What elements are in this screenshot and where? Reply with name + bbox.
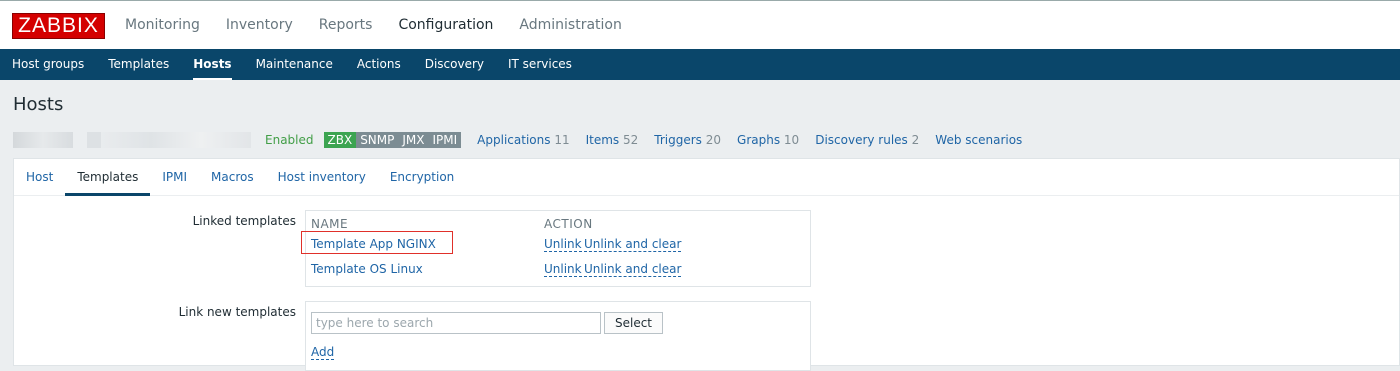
host-tabs: Host Templates IPMI Macros Host inventor… xyxy=(14,159,1399,196)
menu-inventory[interactable]: Inventory xyxy=(213,1,306,50)
zabbix-logo[interactable]: ZABBIX xyxy=(12,13,105,39)
redacted-host-name xyxy=(13,132,73,148)
tab-ipmi[interactable]: IPMI xyxy=(150,159,199,195)
tab-encryption[interactable]: Encryption xyxy=(378,159,466,195)
availability-badges: ZBX SNMP JMX IPMI xyxy=(323,132,462,148)
select-button[interactable]: Select xyxy=(604,312,663,334)
link-new-templates-label: Link new templates xyxy=(178,305,296,319)
tab-host-inventory[interactable]: Host inventory xyxy=(266,159,378,195)
unlink-button[interactable]: Unlink xyxy=(544,237,582,252)
template-link[interactable]: Template App NGINX xyxy=(311,237,436,251)
unlink-and-clear-button[interactable]: Unlink and clear xyxy=(584,237,682,252)
top-header: ZABBIX Monitoring Inventory Reports Conf… xyxy=(0,0,1400,49)
submenu-actions[interactable]: Actions xyxy=(345,49,413,80)
unlink-button[interactable]: Unlink xyxy=(544,262,582,277)
host-form-panel: Host Templates IPMI Macros Host inventor… xyxy=(13,158,1400,371)
ipmi-badge: IPMI xyxy=(428,132,462,148)
unlink-and-clear-button[interactable]: Unlink and clear xyxy=(584,262,682,277)
template-search-input[interactable]: type here to search xyxy=(311,312,601,334)
redacted-host-name xyxy=(87,132,101,148)
submenu-templates[interactable]: Templates xyxy=(96,49,181,80)
linked-templates-table: NAME ACTION Template App NGINX Unlink Un… xyxy=(301,210,811,287)
submenu-host-groups[interactable]: Host groups xyxy=(0,49,96,80)
menu-configuration[interactable]: Configuration xyxy=(385,1,506,50)
applications-link[interactable]: Applications 11 xyxy=(477,133,569,147)
items-link[interactable]: Items 52 xyxy=(586,133,639,147)
column-action-header: ACTION xyxy=(544,217,593,231)
discovery-rules-link[interactable]: Discovery rules 2 xyxy=(815,133,919,147)
add-button[interactable]: Add xyxy=(311,345,335,360)
tab-host[interactable]: Host xyxy=(14,159,65,195)
page-title: Hosts xyxy=(13,94,64,115)
menu-monitoring[interactable]: Monitoring xyxy=(112,1,213,50)
zbx-badge: ZBX xyxy=(323,132,357,148)
menu-reports[interactable]: Reports xyxy=(306,1,386,50)
snmp-badge: SNMP xyxy=(356,132,399,148)
triggers-link[interactable]: Triggers 20 xyxy=(654,133,721,147)
main-menu: Monitoring Inventory Reports Configurati… xyxy=(112,1,635,50)
menu-administration[interactable]: Administration xyxy=(506,1,634,50)
submenu-it-services[interactable]: IT services xyxy=(496,49,584,80)
submenu-maintenance[interactable]: Maintenance xyxy=(244,49,345,80)
graphs-link[interactable]: Graphs 10 xyxy=(737,133,799,147)
redacted-host-name xyxy=(101,132,251,148)
sub-menu: Host groups Templates Hosts Maintenance … xyxy=(0,49,1400,80)
link-new-templates-box: type here to search Select Add xyxy=(305,301,811,371)
tab-macros[interactable]: Macros xyxy=(199,159,266,195)
template-link[interactable]: Template OS Linux xyxy=(311,262,423,276)
linked-templates-label: Linked templates xyxy=(192,214,296,228)
column-name-header: NAME xyxy=(311,217,349,231)
jmx-badge: JMX xyxy=(398,132,429,148)
web-scenarios-link[interactable]: Web scenarios xyxy=(935,133,1022,147)
tab-templates[interactable]: Templates xyxy=(65,159,151,196)
host-status-bar: Enabled ZBX SNMP JMX IPMI Applications 1… xyxy=(13,125,1400,155)
enabled-status[interactable]: Enabled xyxy=(265,133,314,147)
submenu-discovery[interactable]: Discovery xyxy=(413,49,496,80)
submenu-hosts[interactable]: Hosts xyxy=(181,49,243,80)
